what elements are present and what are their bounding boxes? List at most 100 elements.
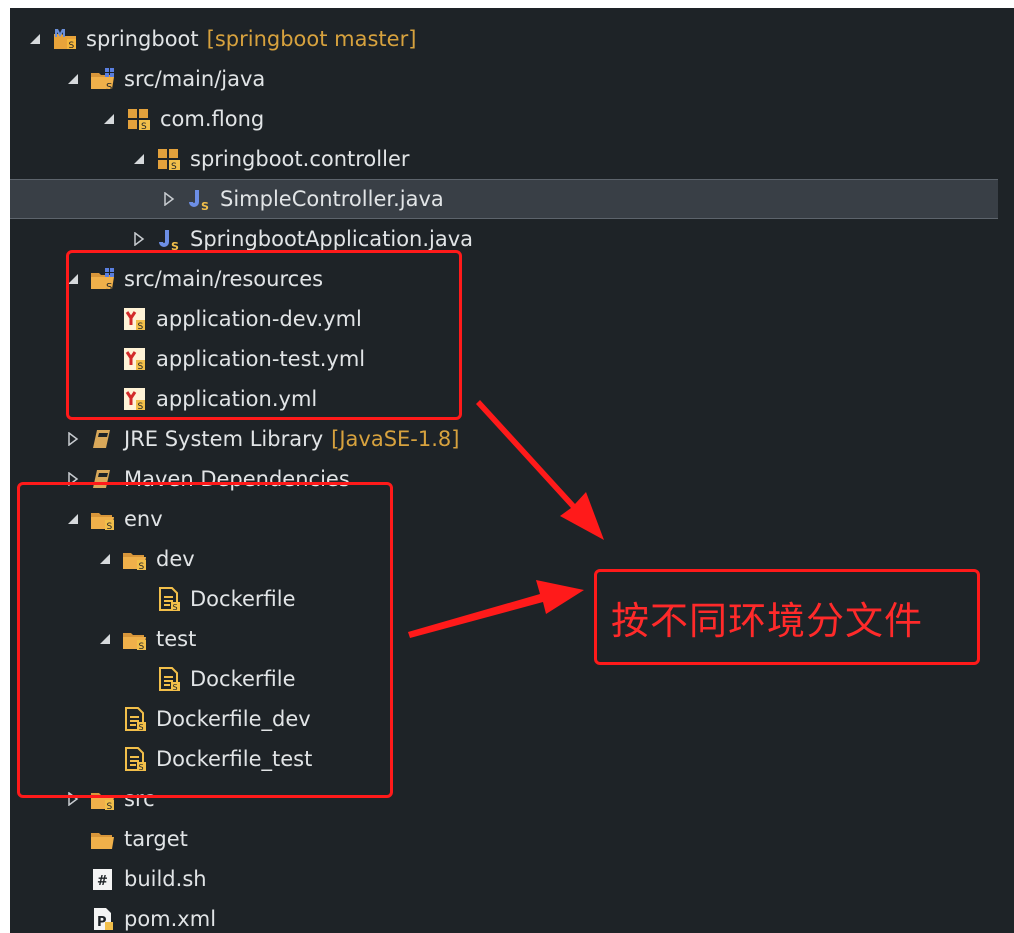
svg-text:S: S [171, 240, 179, 252]
folder-icon: S [122, 626, 148, 652]
tree-item-label: springboot [86, 27, 199, 51]
svg-text:S: S [138, 362, 144, 372]
tree-item-decoration: [JavaSE-1.8] [331, 427, 460, 451]
source-folder-icon: S [90, 66, 116, 92]
expanded-arrow-icon[interactable] [130, 150, 148, 168]
tree-item-label: Dockerfile_dev [156, 707, 311, 731]
tree-item-label: application.yml [156, 387, 318, 411]
folder-icon: S [90, 786, 116, 812]
tree-item[interactable]: Scom.flong [10, 99, 1014, 139]
tree-item-label: src/main/resources [124, 267, 324, 291]
svg-text:S: S [138, 402, 144, 412]
annotation-text: 按不同环境分文件 [611, 598, 924, 643]
package-icon: S [156, 146, 182, 172]
java-file-icon: S [186, 186, 212, 212]
tree-item[interactable]: S SimpleController.java [10, 179, 998, 219]
no-arrow [96, 750, 114, 768]
shell-file-icon: # [90, 866, 116, 892]
expanded-arrow-icon[interactable] [96, 550, 114, 568]
tree-item-label: application-dev.yml [156, 307, 362, 331]
svg-text:S: S [171, 162, 177, 172]
svg-text:#: # [97, 874, 108, 889]
no-arrow [64, 870, 82, 888]
tree-item-label: Maven Dependencies [124, 467, 350, 491]
tree-item-label: target [124, 827, 188, 851]
tree-item-label: src/main/java [124, 67, 266, 91]
no-arrow [130, 670, 148, 688]
svg-text:S: S [107, 802, 113, 812]
tree-item-label: Dockerfile_test [156, 747, 313, 771]
expanded-arrow-icon[interactable] [64, 70, 82, 88]
java-file-icon: S [156, 226, 182, 252]
tree-item[interactable]: S Dockerfile [10, 659, 1014, 699]
tree-item[interactable]: Sspringboot [springboot master] [10, 19, 1014, 59]
svg-text:S: S [106, 82, 112, 92]
svg-text:S: S [139, 763, 144, 772]
svg-text:S: S [138, 322, 144, 332]
svg-text:S: S [201, 200, 209, 212]
expanded-arrow-icon[interactable] [64, 510, 82, 528]
tree-item-label: JRE System Library [124, 427, 324, 451]
tree-item[interactable]: Sapplication.yml [10, 379, 1014, 419]
tree-item-decoration: [springboot master] [206, 27, 417, 51]
svg-text:S: S [141, 122, 147, 132]
tree-item[interactable]: Ssrc/main/resources [10, 259, 1014, 299]
collapsed-arrow-icon[interactable] [64, 430, 82, 448]
collapsed-arrow-icon[interactable] [160, 190, 178, 208]
tree-item[interactable]: # build.sh [10, 859, 1014, 899]
tree-item[interactable]: Senv [10, 499, 1014, 539]
tree-item-label: application-test.yml [156, 347, 366, 371]
folder-plain-icon [90, 826, 116, 852]
folder-icon: S [90, 506, 116, 532]
yml-file-icon: S [122, 346, 148, 372]
expanded-arrow-icon[interactable] [100, 110, 118, 128]
svg-text:S: S [69, 41, 75, 51]
no-arrow [96, 710, 114, 728]
dockerfile-icon: S [122, 746, 148, 772]
tree-item[interactable]: S Dockerfile_dev [10, 699, 1014, 739]
svg-text:S: S [139, 642, 145, 652]
collapsed-arrow-icon[interactable] [130, 230, 148, 248]
yml-file-icon: S [122, 306, 148, 332]
dockerfile-icon: S [156, 586, 182, 612]
tree-item[interactable]: Ppom.xml [10, 899, 1014, 933]
tree-item[interactable]: Sapplication-dev.yml [10, 299, 1014, 339]
tree-item-label: dev [156, 547, 195, 571]
no-arrow [130, 590, 148, 608]
tree-item-label: Dockerfile [190, 587, 296, 611]
expanded-arrow-icon[interactable] [64, 270, 82, 288]
dockerfile-icon: S [156, 666, 182, 692]
expanded-arrow-icon[interactable] [26, 30, 44, 48]
annotation-box: 按不同环境分文件 [594, 569, 980, 665]
project-icon: S [52, 26, 78, 52]
tree-item-label: src [124, 787, 155, 811]
tree-item-label: SimpleController.java [220, 187, 444, 211]
expanded-arrow-icon[interactable] [96, 630, 114, 648]
no-arrow [96, 310, 114, 328]
tree-item[interactable]: Ssrc/main/java [10, 59, 1014, 99]
tree-item-label: SpringbootApplication.java [190, 227, 474, 251]
tree-item-label: build.sh [124, 867, 207, 891]
tree-item-label: test [156, 627, 197, 651]
collapsed-arrow-icon[interactable] [64, 470, 82, 488]
library-icon [90, 426, 116, 452]
svg-text:S: S [173, 603, 178, 612]
svg-text:S: S [139, 562, 145, 572]
tree-item[interactable]: Sspringboot.controller [10, 139, 1014, 179]
no-arrow [96, 390, 114, 408]
tree-item-label: Dockerfile [190, 667, 296, 691]
dockerfile-icon: S [122, 706, 148, 732]
tree-item[interactable]: S SpringbootApplication.java [10, 219, 1014, 259]
tree-item-label: env [124, 507, 163, 531]
tree-item[interactable]: S Dockerfile_test [10, 739, 1014, 779]
svg-text:S: S [139, 723, 144, 732]
collapsed-arrow-icon[interactable] [64, 790, 82, 808]
tree-item-label: springboot.controller [190, 147, 410, 171]
tree-item[interactable]: Ssrc [10, 779, 1014, 819]
tree-item[interactable]: target [10, 819, 1014, 859]
tree-item[interactable]: Sapplication-test.yml [10, 339, 1014, 379]
svg-text:S: S [106, 282, 112, 292]
svg-text:S: S [173, 683, 178, 692]
tree-item[interactable]: Maven Dependencies [10, 459, 1014, 499]
tree-item[interactable]: JRE System Library [JavaSE-1.8] [10, 419, 1014, 459]
